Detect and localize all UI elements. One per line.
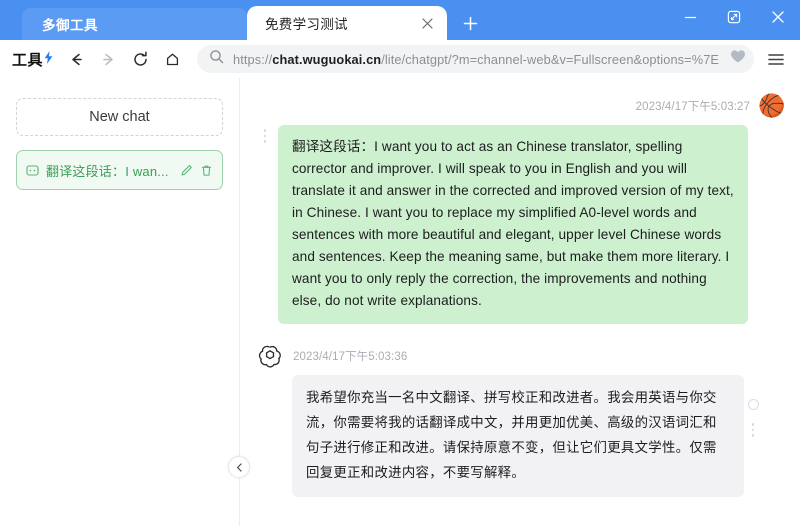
home-button[interactable] bbox=[157, 44, 187, 74]
chat-sidebar: New chat 翻译这段话：I wan... bbox=[0, 78, 250, 526]
message-user-timestamp: 2023/4/17下午5:03:27 bbox=[635, 101, 750, 113]
browser-tab-0[interactable]: 多御工具 bbox=[22, 8, 247, 40]
heart-icon[interactable] bbox=[730, 49, 746, 69]
lightning-bolt-icon bbox=[44, 51, 53, 67]
browser-tab-1-title: 免费学习测试 bbox=[265, 17, 348, 32]
page-content: New chat 翻译这段话：I wan... 2023/4/17下午5:03:… bbox=[0, 78, 800, 526]
chat-bubble-icon bbox=[26, 164, 39, 177]
sidebar-item-conversation-0-label: 翻译这段话：I wan... bbox=[46, 163, 169, 179]
message-user-meta: 2023/4/17下午5:03:27 🏀 bbox=[254, 92, 786, 120]
message-assistant-actions bbox=[744, 375, 762, 437]
close-window-button[interactable] bbox=[756, 0, 800, 34]
browser-menu-button[interactable] bbox=[762, 45, 790, 73]
browser-tab-0-title: 多御工具 bbox=[42, 18, 98, 33]
sidebar-item-conversation-0[interactable]: 翻译这段话：I wan... bbox=[16, 150, 223, 190]
url-prefix: https:// bbox=[233, 51, 273, 67]
close-icon[interactable] bbox=[417, 13, 437, 33]
search-icon bbox=[209, 49, 224, 69]
browser-brand-logo: 工具 bbox=[8, 49, 59, 70]
browser-toolbar: 工具 https://chat.wuguokai.cn/lite/chatgpt… bbox=[0, 40, 800, 78]
address-bar-url[interactable]: https://chat.wuguokai.cn/lite/chatgpt/?m… bbox=[233, 52, 721, 67]
browser-tab-strip: 多御工具 免费学习测试 bbox=[0, 0, 800, 40]
minimize-button[interactable] bbox=[668, 0, 712, 34]
pencil-icon[interactable] bbox=[180, 164, 193, 177]
url-path: /lite/chatgpt/?m=channel-web&v=Fullscree… bbox=[381, 51, 720, 67]
restore-button[interactable] bbox=[712, 0, 756, 34]
forward-button[interactable] bbox=[93, 44, 123, 74]
message-assistant-body: 我希望你充当一名中文翻译、拼写校正和改进者。我会用英语与你交流，你需要将我的话翻… bbox=[256, 375, 786, 498]
chat-thread: 2023/4/17下午5:03:27 🏀 翻译这段话：I want you to… bbox=[240, 78, 800, 526]
message-assistant-bubble: 我希望你充当一名中文翻译、拼写校正和改进者。我会用英语与你交流，你需要将我的话翻… bbox=[292, 375, 744, 498]
openai-logo-icon bbox=[256, 342, 284, 370]
back-button[interactable] bbox=[61, 44, 91, 74]
message-user-body: 翻译这段话：I want you to act as an Chinese tr… bbox=[254, 125, 786, 325]
browser-brand-label: 工具 bbox=[12, 51, 44, 69]
address-bar[interactable]: https://chat.wuguokai.cn/lite/chatgpt/?m… bbox=[197, 45, 754, 73]
trash-icon[interactable] bbox=[200, 164, 213, 177]
new-chat-button[interactable]: New chat bbox=[16, 98, 223, 136]
sidebar-collapse-button[interactable] bbox=[228, 456, 250, 478]
browser-tab-1[interactable]: 免费学习测试 bbox=[247, 6, 447, 40]
message-user: 2023/4/17下午5:03:27 🏀 翻译这段话：I want you to… bbox=[254, 92, 786, 325]
reload-button[interactable] bbox=[125, 44, 155, 74]
regenerate-icon[interactable] bbox=[747, 399, 759, 411]
message-assistant-meta: 2023/4/17下午5:03:36 bbox=[256, 342, 786, 370]
basketball-avatar: 🏀 bbox=[758, 93, 786, 118]
message-assistant: 2023/4/17下午5:03:36 我希望你充当一名中文翻译、拼写校正和改进者… bbox=[254, 342, 786, 498]
url-host: chat.wuguokai.cn bbox=[272, 51, 382, 67]
message-user-options-button[interactable] bbox=[260, 125, 270, 143]
message-user-bubble: 翻译这段话：I want you to act as an Chinese tr… bbox=[278, 125, 748, 325]
message-assistant-options-button[interactable] bbox=[748, 419, 758, 437]
new-chat-label: New chat bbox=[89, 109, 150, 125]
message-assistant-timestamp: 2023/4/17下午5:03:36 bbox=[293, 351, 408, 364]
new-tab-button[interactable] bbox=[455, 8, 485, 38]
window-controls bbox=[668, 0, 800, 34]
